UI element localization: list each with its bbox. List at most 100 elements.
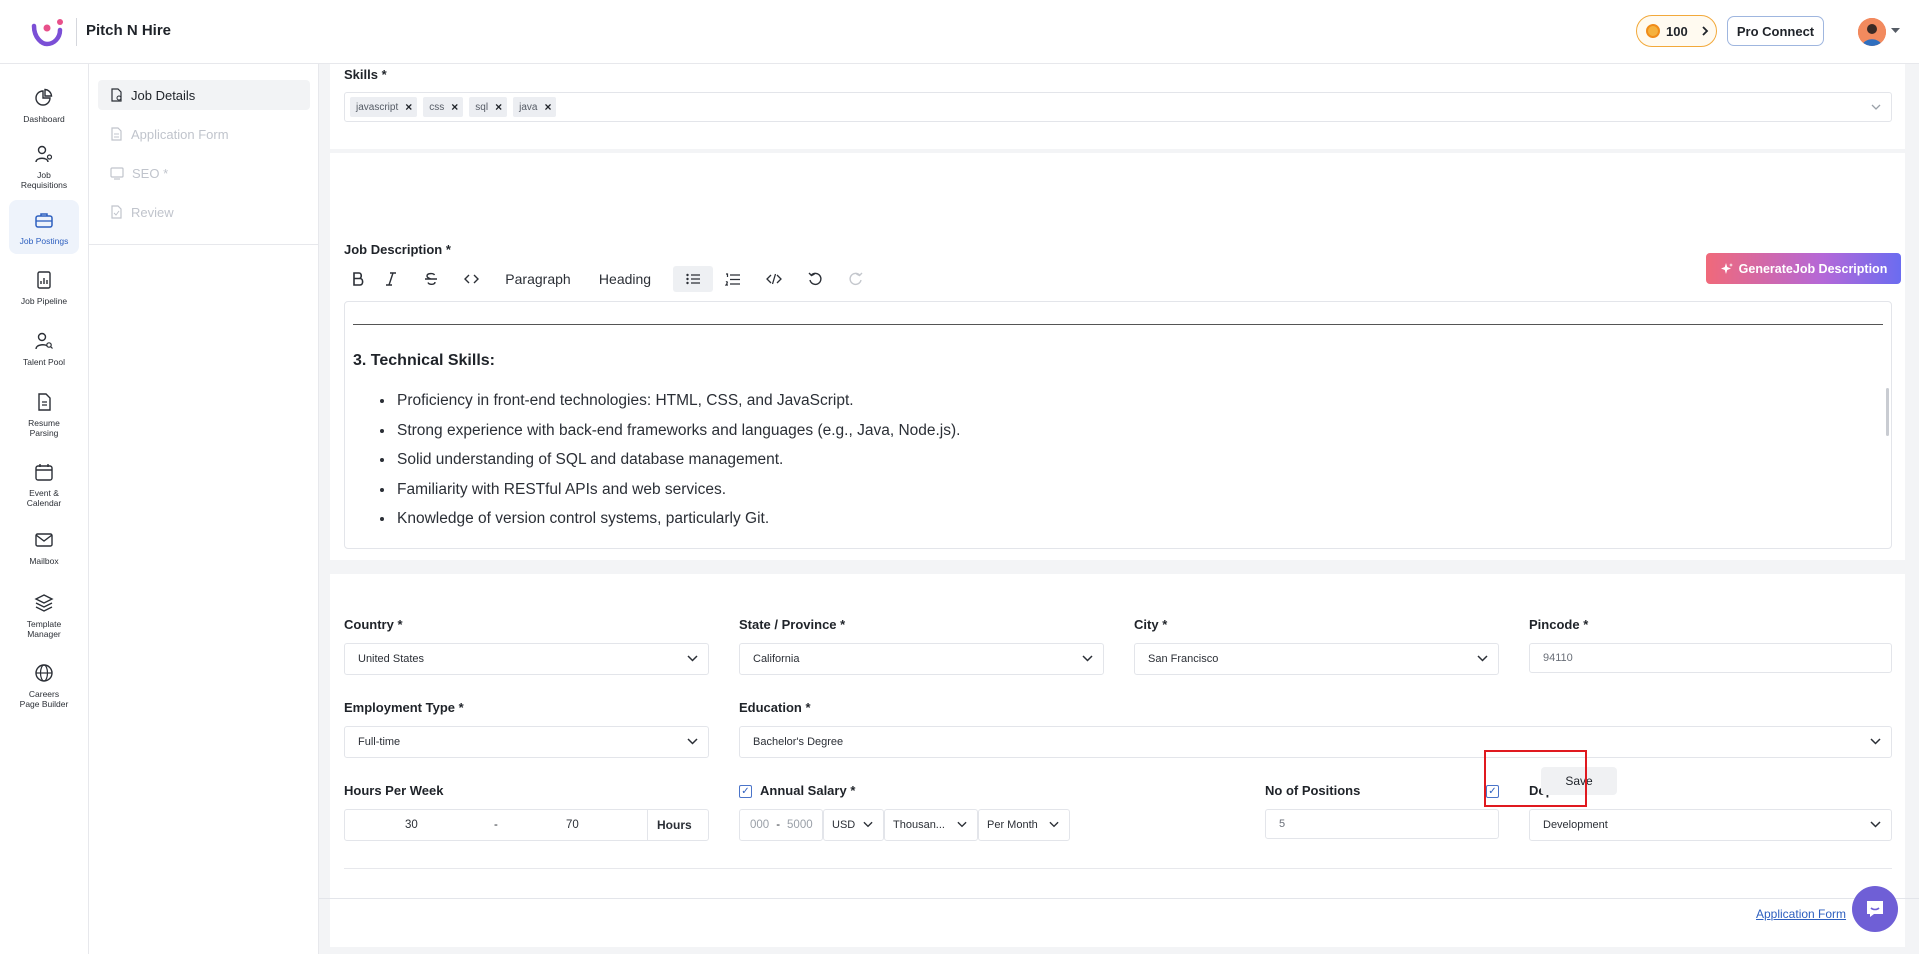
hours-min-input[interactable]: 30	[405, 819, 418, 831]
seo-icon	[110, 167, 124, 180]
range-separator: -	[494, 819, 498, 831]
chevron-down-icon[interactable]	[1871, 104, 1881, 110]
currency-select[interactable]: USD	[823, 809, 884, 841]
city-select[interactable]: San Francisco	[1134, 643, 1499, 675]
coins-count: 100	[1666, 23, 1688, 39]
salary-max[interactable]: 5000	[787, 819, 813, 831]
salary-range[interactable]: 000 - 5000	[739, 809, 823, 841]
rail-item-careers-page-builder[interactable]: Careers Page Builder	[9, 653, 79, 709]
salary-label: Annual Salary *	[760, 783, 856, 798]
caret-down-icon[interactable]	[1891, 28, 1900, 34]
redo-button[interactable]	[835, 266, 875, 292]
hours-max-input[interactable]: 70	[566, 819, 579, 831]
salary-scale-value: Thousan...	[893, 819, 945, 831]
editor-scrollbar[interactable]	[1886, 388, 1889, 436]
avatar[interactable]	[1858, 18, 1886, 46]
salary-min[interactable]: 000	[750, 819, 769, 831]
rail-item-resume-parsing[interactable]: Resume Parsing	[9, 382, 79, 438]
department-select[interactable]: Development	[1529, 809, 1892, 841]
currency-value: USD	[832, 819, 856, 831]
divider	[344, 868, 1892, 869]
pincode-input[interactable]: 94110	[1529, 643, 1892, 673]
bold-icon	[353, 272, 364, 286]
skills-label: Skills *	[344, 67, 387, 82]
pro-connect-button[interactable]: Pro Connect	[1727, 16, 1824, 46]
strikethrough-button[interactable]	[411, 266, 451, 292]
pincode-label: Pincode *	[1529, 617, 1589, 632]
remove-chip-icon[interactable]: ×	[451, 100, 458, 114]
coins-badge[interactable]: 100	[1636, 15, 1717, 47]
country-label: Country *	[344, 617, 403, 632]
bold-button[interactable]	[345, 266, 371, 292]
rail-label: Template Manager	[26, 619, 62, 639]
rail-item-mailbox[interactable]: Mailbox	[9, 520, 79, 566]
country-select[interactable]: United States	[344, 643, 709, 675]
step-label: Job Details	[131, 87, 196, 103]
undo-icon	[808, 272, 822, 286]
divider	[89, 244, 319, 245]
education-select[interactable]: Bachelor's Degree	[739, 726, 1892, 758]
globe-icon	[35, 664, 53, 682]
mail-icon	[35, 533, 53, 547]
step-job-details[interactable]: Job Details	[98, 80, 310, 110]
heading-button[interactable]: Heading	[585, 266, 665, 292]
italic-button[interactable]	[371, 266, 411, 292]
rail-item-job-pipeline[interactable]: Job Pipeline	[9, 260, 79, 306]
salary-scale-select[interactable]: Thousan...	[884, 809, 978, 841]
ordered-list-icon	[725, 272, 740, 286]
salary-checkbox[interactable]: ✓	[739, 785, 752, 798]
inline-code-button[interactable]	[451, 266, 491, 292]
footer-divider	[319, 898, 1919, 899]
remove-chip-icon[interactable]: ×	[405, 100, 412, 114]
chevron-down-icon	[1870, 821, 1881, 828]
state-label: State / Province *	[739, 617, 846, 632]
description-card: Job Description * GenerateJob Descriptio…	[330, 148, 1905, 560]
country-value: United States	[358, 653, 425, 665]
undo-button[interactable]	[795, 266, 835, 292]
rail-item-event-calendar[interactable]: Event & Calendar	[9, 452, 79, 508]
city-label: City *	[1134, 617, 1168, 632]
user-key-icon	[35, 145, 53, 163]
rail-item-job-requisitions[interactable]: Job Requisitions	[9, 134, 79, 190]
employment-type-select[interactable]: Full-time	[344, 726, 709, 758]
chat-button[interactable]	[1852, 886, 1898, 932]
description-editor[interactable]: 3. Technical Skills: Proficiency in fron…	[344, 301, 1892, 549]
skills-multiselect[interactable]: javascript × css × sql × java ×	[344, 92, 1892, 122]
app-logo[interactable]	[28, 16, 66, 48]
code-icon	[463, 274, 479, 284]
chat-icon	[1867, 901, 1883, 917]
salary-period-select[interactable]: Per Month	[978, 809, 1070, 841]
application-form-link[interactable]: Application Form	[1756, 907, 1846, 921]
positions-input[interactable]: 5	[1265, 809, 1499, 839]
document-icon	[111, 88, 122, 102]
rail-item-template-manager[interactable]: Template Manager	[9, 583, 79, 639]
job-info-card: Country * United States State / Province…	[330, 574, 1905, 947]
generate-description-button[interactable]: GenerateJob Description	[1706, 253, 1901, 284]
rail-item-dashboard[interactable]: Dashboard	[9, 78, 79, 124]
rail-item-job-postings[interactable]: Job Postings	[9, 200, 79, 254]
step-review[interactable]: Review	[98, 197, 310, 227]
department-value: Development	[1543, 819, 1608, 831]
remove-chip-icon[interactable]: ×	[544, 100, 551, 114]
hours-range: 30 - 70 Hours	[344, 809, 709, 841]
positions-label: No of Positions	[1265, 783, 1361, 798]
paragraph-button[interactable]: Paragraph	[491, 266, 585, 292]
left-rail: Dashboard Job Requisitions Job Postings …	[0, 64, 89, 954]
document-icon	[38, 393, 51, 411]
hours-label: Hours Per Week	[344, 783, 444, 798]
rail-label: Talent Pool	[22, 357, 66, 367]
step-application-form[interactable]: Application Form	[98, 119, 310, 149]
code-block-button[interactable]	[753, 266, 795, 292]
bullet-list-button[interactable]	[673, 266, 713, 292]
rail-label: Job Requisitions	[20, 170, 68, 190]
remove-chip-icon[interactable]: ×	[495, 100, 502, 114]
salary-period-value: Per Month	[987, 819, 1038, 831]
coin-icon	[1646, 24, 1660, 38]
rail-item-talent-pool[interactable]: Talent Pool	[9, 321, 79, 367]
state-select[interactable]: California	[739, 643, 1104, 675]
step-label: Review	[131, 204, 174, 220]
step-seo[interactable]: SEO *	[98, 158, 310, 188]
save-button-highlight	[1484, 750, 1587, 807]
editor-bullet-list: Proficiency in front-end technologies: H…	[395, 386, 960, 534]
ordered-list-button[interactable]	[713, 266, 753, 292]
